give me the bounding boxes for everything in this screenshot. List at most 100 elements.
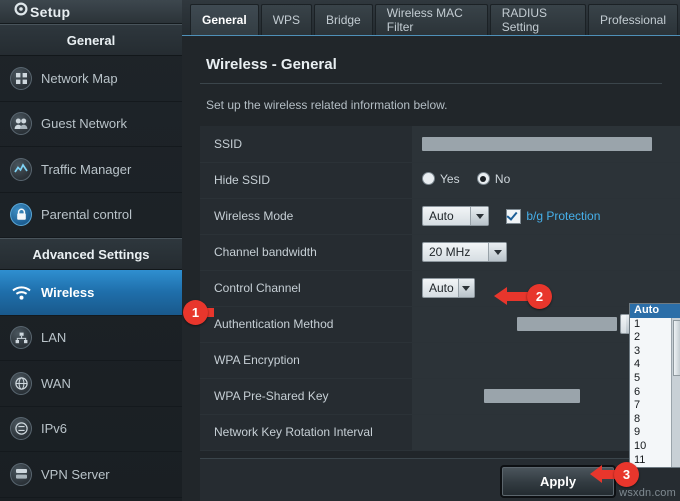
sidebar: Setup General Network Map Guest Network bbox=[0, 0, 183, 501]
tab-label: Professional bbox=[600, 13, 666, 27]
dropdown-scrollbar-thumb[interactable] bbox=[673, 320, 680, 376]
channel-bandwidth-select[interactable]: 20 MHz bbox=[422, 242, 507, 262]
chevron-down-icon bbox=[488, 243, 506, 261]
masked-value bbox=[517, 317, 617, 331]
sidebar-item-label: Traffic Manager bbox=[41, 163, 131, 176]
tab-bridge[interactable]: Bridge bbox=[314, 4, 373, 35]
field-value-hide-ssid[interactable]: Yes No bbox=[412, 162, 680, 198]
tab-label: WPS bbox=[273, 13, 300, 27]
field-value-channel-bandwidth[interactable]: 20 MHz bbox=[412, 234, 680, 270]
table-row: Hide SSID Yes No bbox=[200, 162, 680, 198]
parental-control-lock-icon bbox=[10, 204, 32, 226]
radio-dot bbox=[422, 172, 435, 185]
tab-professional[interactable]: Professional bbox=[588, 4, 678, 35]
bg-protection-checkbox[interactable]: b/g Protection bbox=[506, 209, 600, 224]
radio-hide-ssid-no[interactable]: No bbox=[477, 172, 510, 186]
guest-network-icon bbox=[10, 113, 32, 135]
wireless-signal-icon bbox=[10, 281, 32, 303]
radio-hide-ssid-yes[interactable]: Yes bbox=[422, 172, 460, 186]
sidebar-item-vpn-server[interactable]: VPN Server bbox=[0, 452, 182, 498]
control-channel-dropdown[interactable]: Auto 1 2 3 4 5 6 7 8 9 10 11 bbox=[629, 303, 680, 468]
tab-bar: General WPS Bridge Wireless MAC Filter R… bbox=[182, 0, 680, 36]
radio-dot bbox=[477, 172, 490, 185]
table-row: SSID bbox=[200, 126, 680, 162]
field-label-ssid: SSID bbox=[200, 126, 412, 162]
apply-bar: Apply bbox=[200, 458, 680, 501]
field-label-wpa-pre-shared-key: WPA Pre-Shared Key bbox=[200, 378, 412, 414]
table-row: Control Channel Auto bbox=[200, 270, 680, 306]
masked-value bbox=[422, 137, 652, 151]
checkbox-box bbox=[506, 209, 521, 224]
sidebar-item-guest-network[interactable]: Guest Network bbox=[0, 102, 182, 148]
dropdown-option[interactable]: Auto bbox=[630, 304, 680, 318]
wan-globe-icon bbox=[10, 372, 32, 394]
field-label-wpa-encryption: WPA Encryption bbox=[200, 342, 412, 378]
tab-label: Wireless MAC Filter bbox=[387, 6, 476, 34]
sidebar-item-label: Parental control bbox=[41, 208, 132, 221]
sidebar-item-network-map[interactable]: Network Map bbox=[0, 56, 182, 102]
sidebar-item-parental-control[interactable]: Parental control bbox=[0, 193, 182, 239]
tab-radius-setting[interactable]: RADIUS Setting bbox=[490, 4, 586, 35]
radio-label: Yes bbox=[440, 172, 460, 186]
lan-icon bbox=[10, 327, 32, 349]
panel-body: Wireless - General Set up the wireless r… bbox=[182, 36, 680, 112]
table-row: Channel bandwidth 20 MHz bbox=[200, 234, 680, 270]
vpn-server-icon bbox=[10, 463, 32, 485]
tab-label: General bbox=[202, 13, 247, 27]
tab-label: Bridge bbox=[326, 13, 361, 27]
wireless-general-form: SSID Hide SSID Yes No bbox=[200, 126, 680, 451]
annotation-arrow-2-line bbox=[506, 292, 528, 301]
field-label-authentication-method: Authentication Method bbox=[200, 306, 412, 342]
tab-label: RADIUS Setting bbox=[502, 6, 574, 34]
setup-gear-icon bbox=[12, 0, 30, 23]
sidebar-item-label: VPN Server bbox=[41, 468, 110, 481]
page-title: Wireless - General bbox=[182, 36, 680, 73]
sidebar-item-wireless[interactable]: Wireless bbox=[0, 270, 182, 316]
sidebar-advanced-header: Advanced Settings bbox=[0, 238, 182, 270]
annotation-arrow-3-line bbox=[601, 470, 615, 479]
main-panel: General WPS Bridge Wireless MAC Filter R… bbox=[182, 0, 680, 501]
table-row: WPA Encryption bbox=[200, 342, 680, 378]
ipv6-icon bbox=[10, 418, 32, 440]
tab-general[interactable]: General bbox=[190, 4, 259, 35]
table-row: Network Key Rotation Interval bbox=[200, 414, 680, 450]
table-row: Authentication Method bbox=[200, 306, 680, 342]
sidebar-item-label: LAN bbox=[41, 331, 66, 344]
sidebar-item-traffic-manager[interactable]: Traffic Manager bbox=[0, 147, 182, 193]
sidebar-setup-label: Setup bbox=[30, 4, 70, 20]
router-admin-screenshot: Setup General Network Map Guest Network bbox=[0, 0, 680, 501]
field-label-channel-bandwidth: Channel bandwidth bbox=[200, 234, 412, 270]
field-label-wireless-mode: Wireless Mode bbox=[200, 198, 412, 234]
wireless-mode-select[interactable]: Auto bbox=[422, 206, 489, 226]
sidebar-general-header: General bbox=[0, 24, 182, 56]
dropdown-scrollbar[interactable] bbox=[671, 318, 680, 467]
field-label-hide-ssid: Hide SSID bbox=[200, 162, 412, 198]
chevron-down-icon bbox=[470, 207, 488, 225]
sidebar-setup-item[interactable]: Setup bbox=[0, 0, 182, 24]
select-value: 20 MHz bbox=[429, 245, 470, 259]
apply-button-label: Apply bbox=[540, 474, 576, 489]
annotation-arrow-3-head bbox=[590, 465, 602, 483]
sidebar-item-ipv6[interactable]: IPv6 bbox=[0, 407, 182, 453]
checkbox-label: b/g Protection bbox=[526, 209, 600, 223]
radio-label: No bbox=[495, 172, 510, 186]
traffic-manager-icon bbox=[10, 158, 32, 180]
network-map-icon bbox=[10, 67, 32, 89]
sidebar-item-label: Network Map bbox=[41, 72, 118, 85]
control-channel-select[interactable]: Auto bbox=[422, 278, 475, 298]
field-value-ssid[interactable] bbox=[412, 126, 680, 162]
tab-wireless-mac-filter[interactable]: Wireless MAC Filter bbox=[375, 4, 488, 35]
table-row: Wireless Mode Auto b/g Protection bbox=[200, 198, 680, 234]
tab-wps[interactable]: WPS bbox=[261, 4, 312, 35]
field-value-wireless-mode[interactable]: Auto b/g Protection bbox=[412, 198, 680, 234]
table-row: WPA Pre-Shared Key bbox=[200, 378, 680, 414]
sidebar-item-label: WAN bbox=[41, 377, 71, 390]
sidebar-item-label: IPv6 bbox=[41, 422, 67, 435]
sidebar-item-wan[interactable]: WAN bbox=[0, 361, 182, 407]
chevron-down-icon bbox=[458, 279, 474, 297]
sidebar-item-label: Guest Network bbox=[41, 117, 127, 130]
masked-value bbox=[484, 389, 580, 403]
select-value: Auto bbox=[429, 209, 454, 223]
sidebar-item-lan[interactable]: LAN bbox=[0, 316, 182, 362]
annotation-badge-2: 2 bbox=[527, 284, 552, 309]
